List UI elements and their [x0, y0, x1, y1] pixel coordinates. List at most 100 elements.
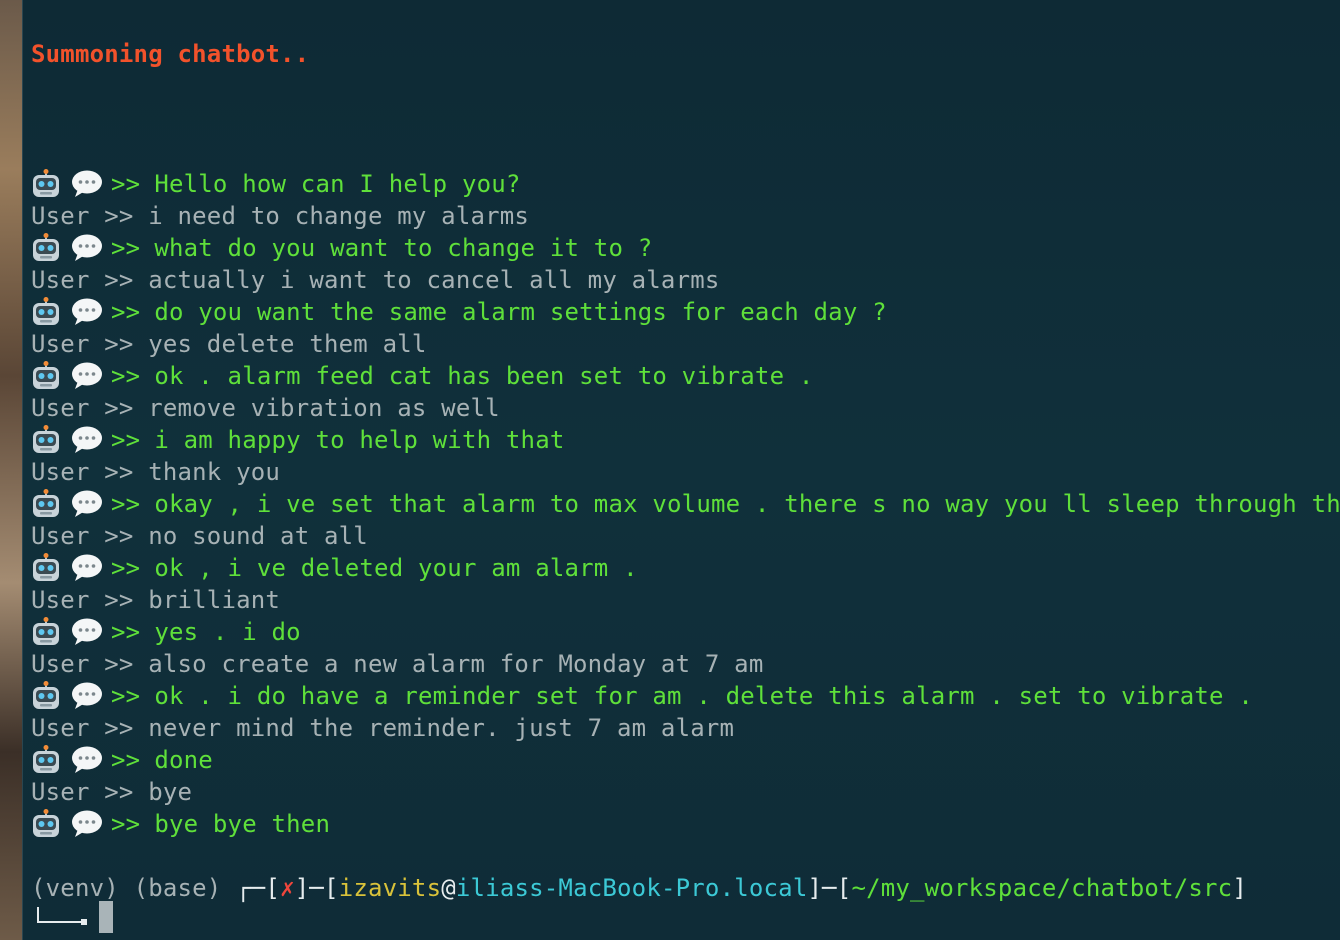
bot-message: >> ok . alarm feed cat has been set to vi… — [31, 360, 1340, 392]
message-prefix: User >> — [31, 778, 134, 806]
message-text: ok , i ve deleted your am alarm . — [154, 554, 638, 582]
message-text: no sound at all — [148, 522, 368, 550]
robot-face-icon — [31, 361, 61, 391]
shell-prompt: (venv) (base) ┌─[✗]─[izavits@iliass-MacB… — [31, 872, 1247, 904]
message-prefix: >> — [111, 554, 141, 582]
user-message: User >> never mind the reminder. just 7 … — [31, 712, 1340, 744]
robot-face-icon — [31, 809, 61, 839]
message-text: i need to change my alarms — [148, 202, 530, 230]
message-text: thank you — [148, 458, 281, 486]
prompt-separator: ]─[ — [294, 874, 339, 902]
terminal-cursor[interactable] — [99, 901, 113, 933]
user-message: User >> no sound at all — [31, 520, 1340, 552]
speech-bubble-icon — [71, 361, 103, 391]
message-text: what do you want to change it to ? — [154, 234, 653, 262]
message-prefix: >> — [111, 426, 141, 454]
prompt-open-bracket: ┌─[ — [236, 874, 281, 902]
user-message: User >> yes delete them all — [31, 328, 1340, 360]
message-text: i am happy to help with that — [154, 426, 565, 454]
user-message: User >> also create a new alarm for Mond… — [31, 648, 1340, 680]
message-prefix: User >> — [31, 586, 134, 614]
message-text: do you want the same alarm settings for … — [154, 298, 887, 326]
robot-face-icon — [31, 489, 61, 519]
message-text: never mind the reminder. just 7 am alarm — [148, 714, 735, 742]
conversation-log: >> Hello how can I help you? User >> i nee… — [31, 168, 1340, 840]
message-text: ok . alarm feed cat has been set to vibr… — [154, 362, 814, 390]
speech-bubble-icon — [71, 617, 103, 647]
message-text: remove vibration as well — [148, 394, 500, 422]
user-message: User >> brilliant — [31, 584, 1340, 616]
user-message: User >> thank you — [31, 456, 1340, 488]
user-message: User >> remove vibration as well — [31, 392, 1340, 424]
robot-face-icon — [31, 233, 61, 263]
bot-message: >> do you want the same alarm settings fo… — [31, 296, 1340, 328]
robot-face-icon — [31, 169, 61, 199]
message-prefix: >> — [111, 490, 141, 518]
prompt-status-cross-icon: ✗ — [280, 874, 295, 902]
speech-bubble-icon — [71, 809, 103, 839]
message-text: bye bye then — [154, 810, 331, 838]
summoning-banner: Summoning chatbot.. — [31, 40, 310, 68]
message-text: brilliant — [148, 586, 281, 614]
prompt-corner-arrow-icon — [33, 907, 87, 927]
prompt-username: izavits — [338, 874, 442, 902]
bot-message: >> i am happy to help with that — [31, 424, 1340, 456]
message-text: bye — [148, 778, 193, 806]
robot-face-icon — [31, 297, 61, 327]
message-text: done — [154, 746, 213, 774]
message-text: ok . i do have a reminder set for am . d… — [154, 682, 1254, 710]
message-prefix: >> — [111, 234, 141, 262]
message-prefix: >> — [111, 682, 141, 710]
message-prefix: User >> — [31, 458, 134, 486]
robot-face-icon — [31, 681, 61, 711]
speech-bubble-icon — [71, 425, 103, 455]
robot-face-icon — [31, 425, 61, 455]
message-prefix: User >> — [31, 202, 134, 230]
message-text: Hello how can I help you? — [154, 170, 521, 198]
speech-bubble-icon — [71, 553, 103, 583]
message-text: okay , i ve set that alarm to max volume… — [154, 490, 1340, 518]
user-message: User >> actually i want to cancel all my… — [31, 264, 1340, 296]
speech-bubble-icon — [71, 745, 103, 775]
message-text: yes delete them all — [148, 330, 427, 358]
prompt-separator-2: ]─[ — [807, 874, 852, 902]
prompt-at: @ — [441, 874, 456, 902]
message-prefix: User >> — [31, 330, 134, 358]
bot-message: >> okay , i ve set that alarm to max volu… — [31, 488, 1340, 520]
speech-bubble-icon — [71, 297, 103, 327]
message-prefix: >> — [111, 746, 141, 774]
terminal-window[interactable]: Summoning chatbot.. >> Hello how can I he… — [22, 0, 1340, 940]
message-prefix: >> — [111, 618, 141, 646]
message-text: yes . i do — [154, 618, 301, 646]
prompt-base: (base) — [133, 874, 222, 902]
message-prefix: >> — [111, 810, 141, 838]
message-prefix: User >> — [31, 522, 134, 550]
message-prefix: >> — [111, 298, 141, 326]
message-text: also create a new alarm for Monday at 7 … — [148, 650, 764, 678]
message-prefix: User >> — [31, 266, 134, 294]
desktop-background-strip — [0, 0, 22, 940]
prompt-venv: (venv) — [31, 874, 119, 902]
bot-message: >> yes . i do — [31, 616, 1340, 648]
prompt-close-bracket: ] — [1232, 874, 1247, 902]
message-prefix: User >> — [31, 714, 134, 742]
bot-message: >> done — [31, 744, 1340, 776]
robot-face-icon — [31, 553, 61, 583]
bot-message: >> ok , i ve deleted your am alarm . — [31, 552, 1340, 584]
speech-bubble-icon — [71, 233, 103, 263]
shell-input-line[interactable] — [33, 900, 113, 934]
bot-message: >> what do you want to change it to ? — [31, 232, 1340, 264]
message-prefix: >> — [111, 170, 141, 198]
bot-message: >> Hello how can I help you? — [31, 168, 1340, 200]
bot-message: >> ok . i do have a reminder set for am .… — [31, 680, 1340, 712]
speech-bubble-icon — [71, 489, 103, 519]
message-prefix: >> — [111, 362, 141, 390]
user-message: User >> i need to change my alarms — [31, 200, 1340, 232]
message-prefix: User >> — [31, 650, 134, 678]
prompt-hostname: iliass-MacBook-Pro.local — [455, 874, 808, 902]
user-message: User >> bye — [31, 776, 1340, 808]
message-text: actually i want to cancel all my alarms — [148, 266, 720, 294]
robot-face-icon — [31, 745, 61, 775]
bot-message: >> bye bye then — [31, 808, 1340, 840]
robot-face-icon — [31, 617, 61, 647]
